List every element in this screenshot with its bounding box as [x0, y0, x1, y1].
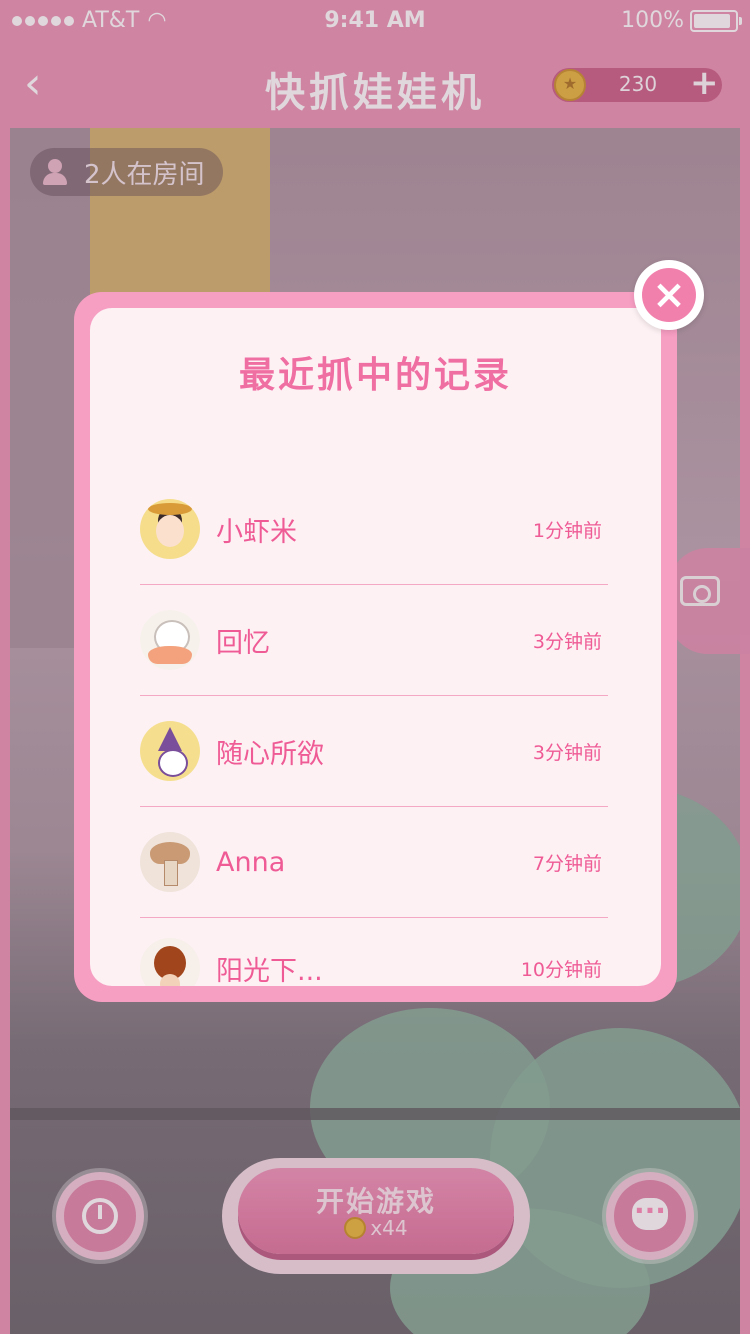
record-name: 小虾米: [216, 516, 297, 548]
list-item: 阳光下... 10分钟前: [140, 918, 608, 986]
modal-title: 最近抓中的记录: [238, 355, 512, 396]
avatar: [140, 610, 200, 670]
list-item: Anna 7分钟前: [140, 807, 608, 918]
record-time: 3分钟前: [532, 741, 602, 764]
close-modal-button[interactable]: ×: [634, 260, 704, 330]
records-list: 小虾米 1分钟前 回忆 3分钟前 随心所欲 3分钟前 Anna 7分钟前 阳光下…: [140, 474, 608, 986]
record-time: 10分钟前: [520, 958, 602, 981]
avatar: [140, 938, 200, 986]
record-time: 3分钟前: [532, 630, 602, 653]
record-name: 随心所欲: [216, 738, 324, 770]
list-item: 随心所欲 3分钟前: [140, 696, 608, 807]
close-icon: ×: [642, 268, 696, 322]
record-name: 阳光下...: [216, 955, 323, 987]
record-time: 1分钟前: [532, 519, 602, 542]
recent-wins-sheet: 最近抓中的记录 小虾米 1分钟前 回忆 3分钟前 随心所欲 3分钟前 Anna …: [90, 308, 661, 986]
avatar: [140, 499, 200, 559]
recent-wins-modal: 最近抓中的记录 小虾米 1分钟前 回忆 3分钟前 随心所欲 3分钟前 Anna …: [74, 292, 677, 1002]
avatar: [140, 721, 200, 781]
list-item: 小虾米 1分钟前: [140, 474, 608, 585]
record-time: 7分钟前: [532, 852, 602, 875]
record-name: Anna: [216, 846, 286, 878]
record-name: 回忆: [216, 627, 270, 659]
list-item: 回忆 3分钟前: [140, 585, 608, 696]
avatar: [140, 832, 200, 892]
